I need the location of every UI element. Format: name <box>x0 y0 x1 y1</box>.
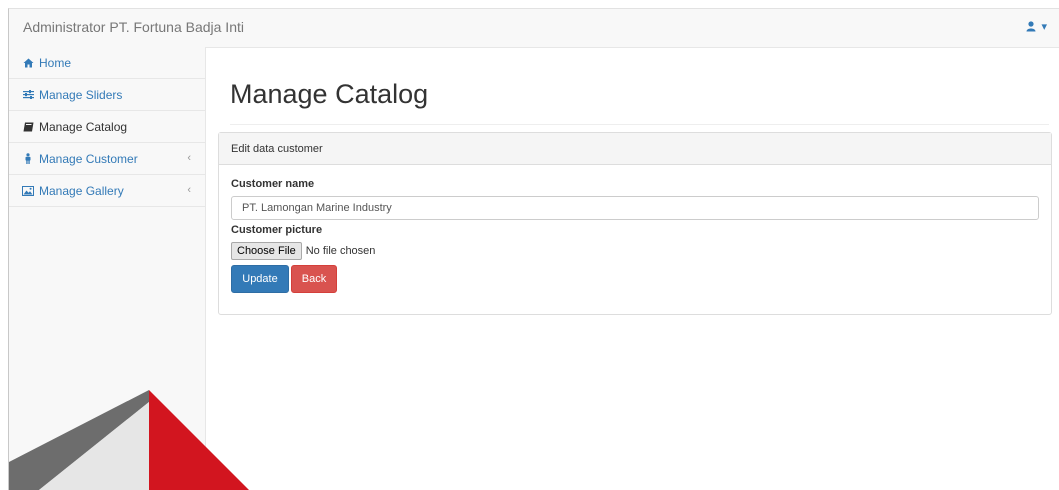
customer-picture-file-input: Choose File No file chosen <box>231 242 375 260</box>
sidebar-item-label: Manage Sliders <box>39 87 123 102</box>
home-icon <box>21 58 35 68</box>
chevron-down-icon: ▾ <box>1041 21 1047 33</box>
title-divider <box>230 124 1049 125</box>
watermark-logo <box>9 390 249 490</box>
sidebar-item-manage-catalog[interactable]: Manage Catalog <box>9 111 205 143</box>
customer-name-label: Customer name <box>231 178 315 190</box>
back-button[interactable]: Back <box>291 265 337 293</box>
choose-file-button[interactable]: Choose File <box>231 242 302 260</box>
customer-name-input[interactable] <box>231 196 1039 220</box>
sidebar-item-home[interactable]: Home <box>9 47 205 79</box>
sidebar-item-label: Manage Customer <box>39 151 138 166</box>
page-title: Manage Catalog <box>230 79 429 109</box>
main-content: Manage Catalog Edit data customer Custom… <box>218 47 1059 490</box>
sliders-icon <box>21 90 35 99</box>
sidebar-item-label: Home <box>39 55 72 70</box>
update-button[interactable]: Update <box>231 265 289 293</box>
app-window: Administrator PT. Fortuna Badja Inti ▾ H… <box>8 8 1059 490</box>
customer-picture-label: Customer picture <box>231 224 323 236</box>
sidebar-item-manage-sliders[interactable]: Manage Sliders <box>9 79 205 111</box>
top-navbar: Administrator PT. Fortuna Badja Inti ▾ <box>9 9 1059 48</box>
no-file-text: No file chosen <box>305 245 376 257</box>
user-icon <box>21 153 35 164</box>
app-title[interactable]: Administrator PT. Fortuna Badja Inti <box>23 19 244 35</box>
book-icon <box>21 122 35 132</box>
sidebar-item-manage-customer[interactable]: Manage Customer ‹ <box>9 143 205 175</box>
user-icon <box>1026 21 1036 32</box>
sidebar-item-label: Manage Gallery <box>39 183 124 198</box>
panel-heading: Edit data customer <box>219 133 1051 165</box>
sidebar-item-label: Manage Catalog <box>39 119 128 134</box>
chevron-left-icon: ‹ <box>187 184 191 196</box>
chevron-left-icon: ‹ <box>187 152 191 164</box>
picture-icon <box>21 185 35 196</box>
user-menu-toggle[interactable]: ▾ <box>1026 20 1047 33</box>
sidebar-item-manage-gallery[interactable]: Manage Gallery ‹ <box>9 175 205 207</box>
edit-customer-panel: Edit data customer Customer name Custome… <box>218 132 1052 315</box>
